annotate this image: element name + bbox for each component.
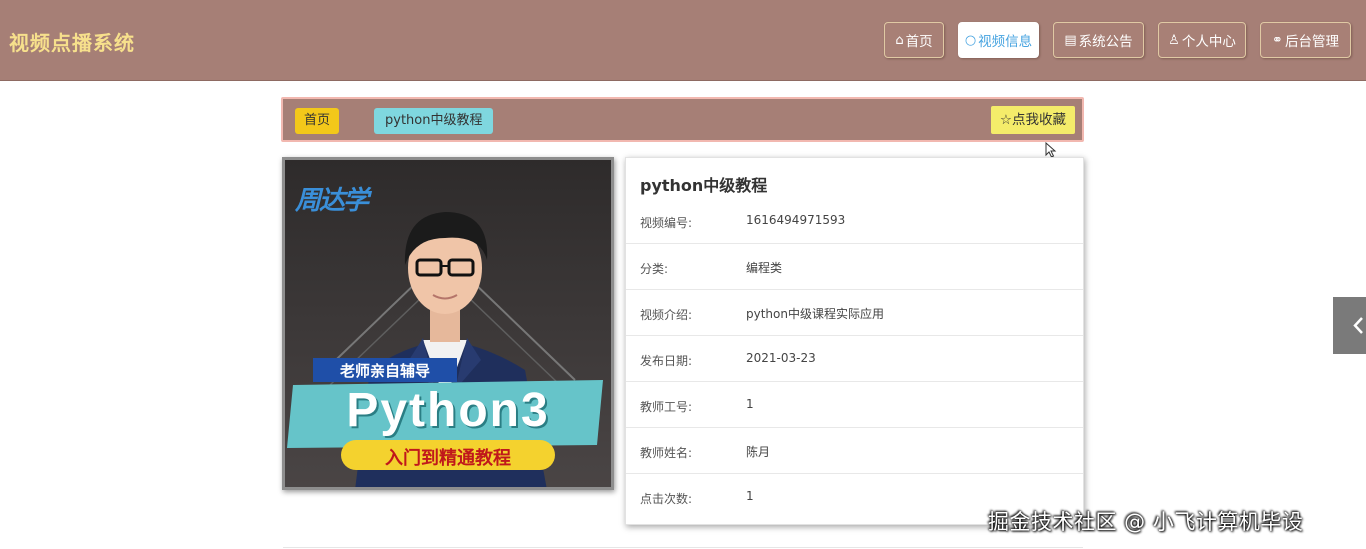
chevron-left-icon <box>1353 317 1363 334</box>
detail-row-id: 视频编号: 1616494971593 <box>626 198 1083 244</box>
detail-row-teacher-id: 教师工号: 1 <box>626 382 1083 428</box>
nav-announcements[interactable]: ▤ 系统公告 <box>1053 22 1144 58</box>
detail-value: 1 <box>746 397 754 411</box>
breadcrumb-current[interactable]: python中级教程 <box>374 108 494 134</box>
detail-label: 教师工号: <box>640 400 693 414</box>
detail-label: 点击次数: <box>640 492 693 506</box>
detail-label: 分类: <box>640 262 669 276</box>
detail-row-category: 分类: 编程类 <box>626 244 1083 290</box>
detail-value: 1616494971593 <box>746 213 846 227</box>
cover-logo: 周达学 <box>295 186 369 216</box>
circle-icon: ○ <box>964 32 977 48</box>
detail-value: 1 <box>746 489 754 503</box>
nav-home[interactable]: ⌂ 首页 <box>884 22 944 58</box>
video-cover-image[interactable]: 周达学 老师亲自辅导 Python3 入门到精通教程 <box>282 157 614 490</box>
link-icon: ⚭ <box>1272 32 1283 48</box>
mouse-pointer-icon <box>1045 142 1057 158</box>
top-navbar: 视频点播系统 ⌂ 首页 ○ 视频信息 ▤ 系统公告 ♙ 个人中心 ⚭ 后台管理 <box>0 0 1366 81</box>
side-drawer-toggle[interactable] <box>1333 297 1366 354</box>
detail-label: 视频介绍: <box>640 308 693 322</box>
cover-main-text: Python3 <box>346 384 550 437</box>
detail-label: 视频编号: <box>640 216 693 230</box>
video-title: python中级教程 <box>640 176 768 195</box>
video-detail-panel: python中级教程 视频编号: 1616494971593 分类: 编程类 视… <box>625 157 1084 525</box>
watermark: 掘金技术社区 @ 小飞计算机毕设 <box>988 510 1304 534</box>
user-icon: ♙ <box>1168 32 1180 48</box>
cover-sub-text: 入门到精通教程 <box>385 448 511 469</box>
detail-value: 2021-03-23 <box>746 351 816 365</box>
favorite-button[interactable]: ☆点我收藏 <box>990 106 1075 134</box>
notice-icon: ▤ <box>1064 32 1077 48</box>
home-icon: ⌂ <box>895 32 904 48</box>
divider <box>283 547 1083 548</box>
detail-row-teacher-name: 教师姓名: 陈月 <box>626 428 1083 474</box>
detail-row-date: 发布日期: 2021-03-23 <box>626 336 1083 382</box>
detail-value: python中级课程实际应用 <box>746 307 884 321</box>
nav-personal-center[interactable]: ♙ 个人中心 <box>1158 22 1246 58</box>
nav-admin[interactable]: ⚭ 后台管理 <box>1260 22 1351 58</box>
detail-value: 陈月 <box>746 445 771 459</box>
detail-row-intro: 视频介绍: python中级课程实际应用 <box>626 290 1083 336</box>
nav-video-info[interactable]: ○ 视频信息 <box>958 22 1039 58</box>
detail-value: 编程类 <box>746 261 783 275</box>
breadcrumb: 首页 python中级教程 ☆点我收藏 <box>281 97 1084 142</box>
breadcrumb-home[interactable]: 首页 <box>295 108 340 134</box>
detail-label: 教师姓名: <box>640 446 693 460</box>
site-title[interactable]: 视频点播系统 <box>9 27 135 56</box>
cover-badge-text: 老师亲自辅导 <box>339 362 430 380</box>
detail-label: 发布日期: <box>640 354 693 368</box>
star-icon: ☆ <box>999 112 1012 128</box>
